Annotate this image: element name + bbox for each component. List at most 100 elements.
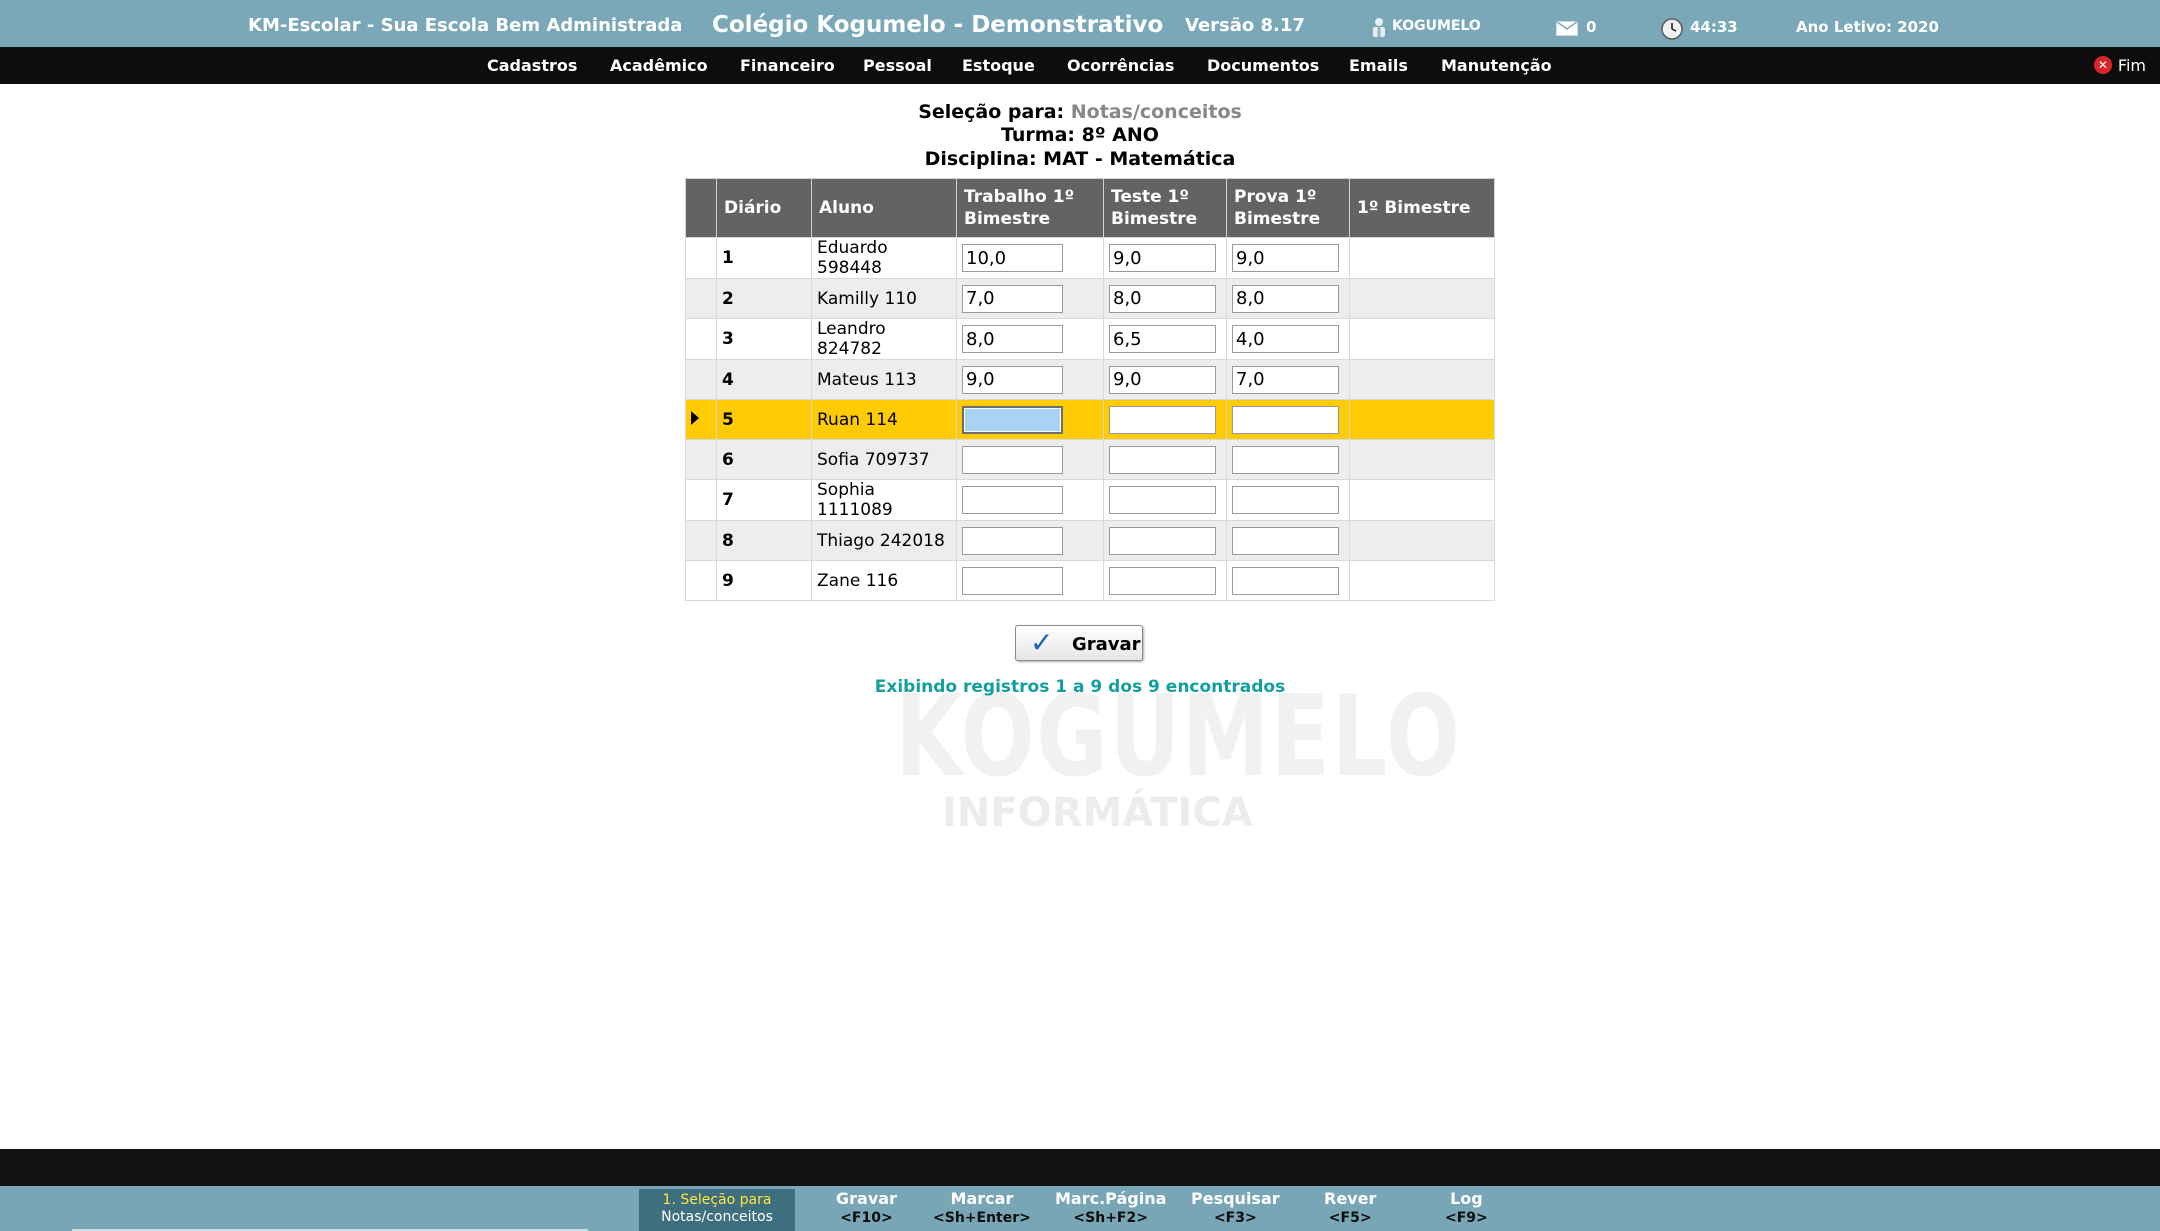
prova-cell: [1226, 520, 1350, 561]
trabalho-cell: [956, 237, 1104, 279]
message-count[interactable]: 0: [1586, 18, 1596, 36]
fk-gravar[interactable]: Gravar <F10>: [836, 1190, 897, 1227]
teste-cell: [1103, 520, 1227, 561]
prova-cell: [1226, 399, 1350, 440]
tab-selecao-notas[interactable]: 1. Seleção para Notas/conceitos: [639, 1189, 795, 1231]
prova-input[interactable]: [1232, 405, 1339, 434]
menu-estoque[interactable]: Estoque: [962, 56, 1035, 75]
menu-ocorrencias[interactable]: Ocorrências: [1067, 56, 1174, 75]
teste-input[interactable]: [1109, 486, 1216, 514]
table-row[interactable]: 4 Mateus 113: [685, 359, 1495, 400]
teste-input[interactable]: [1109, 365, 1216, 394]
fk-label: Rever: [1324, 1189, 1377, 1208]
row-pointer-icon: [691, 410, 699, 425]
trabalho-input[interactable]: [962, 365, 1063, 394]
menu-financeiro[interactable]: Financeiro: [740, 56, 835, 75]
menu-documentos[interactable]: Documentos: [1207, 56, 1319, 75]
menu-academico[interactable]: Acadêmico: [610, 56, 708, 75]
bimestre-average: [1349, 439, 1495, 480]
bimestre-average: [1349, 237, 1495, 279]
student-name: Sofia 709737: [811, 439, 957, 480]
main-menu: Cadastros Acadêmico Financeiro Pessoal E…: [0, 47, 2160, 84]
diario-number: 9: [716, 560, 812, 601]
fk-marcar-pagina[interactable]: Marc.Página <Sh+F2>: [1055, 1190, 1166, 1227]
prova-input[interactable]: [1232, 365, 1339, 394]
prova-input[interactable]: [1232, 325, 1339, 353]
trabalho-cell: [956, 318, 1104, 360]
prova-input[interactable]: [1232, 244, 1339, 272]
trabalho-input[interactable]: [962, 486, 1063, 514]
diario-number: 2: [716, 278, 812, 319]
prova-cell: [1226, 278, 1350, 319]
prova-input[interactable]: [1232, 486, 1339, 514]
table-row[interactable]: 7 Sophia 1111089: [685, 479, 1495, 521]
selection-value: Notas/conceitos: [1070, 101, 1242, 123]
fk-key: <Sh+F2>: [1073, 1210, 1148, 1226]
prova-cell: [1226, 479, 1350, 521]
clock-icon: [1661, 18, 1683, 40]
table-row[interactable]: 5 Ruan 114: [685, 399, 1495, 440]
prova-input[interactable]: [1232, 284, 1339, 313]
checkmark-icon: ✓: [1030, 626, 1054, 659]
header-bimestre[interactable]: 1º Bimestre: [1349, 178, 1495, 238]
prova-input[interactable]: [1232, 566, 1339, 595]
exit-button[interactable]: ✕ Fim: [2093, 56, 2146, 75]
fk-rever[interactable]: Rever <F5>: [1324, 1190, 1376, 1227]
table-row[interactable]: 8 Thiago 242018: [685, 520, 1495, 561]
header-aluno[interactable]: Aluno: [811, 178, 957, 238]
save-button-label: Gravar: [1072, 634, 1141, 655]
prova-cell: [1226, 439, 1350, 480]
table-row[interactable]: 6 Sofia 709737: [685, 439, 1495, 480]
function-key-bar: Gravar <F10> Marcar <Sh+Enter> Marc.Pági…: [0, 1186, 2160, 1231]
trabalho-input[interactable]: [962, 445, 1063, 474]
trabalho-input[interactable]: [962, 405, 1063, 434]
bimestre-average: [1349, 520, 1495, 561]
prova-input[interactable]: [1232, 445, 1339, 474]
save-button[interactable]: ✓ Gravar: [1015, 625, 1143, 661]
teste-cell: [1103, 359, 1227, 400]
teste-input[interactable]: [1109, 244, 1216, 272]
table-row[interactable]: 1 Eduardo 598448: [685, 237, 1495, 279]
header-diario[interactable]: Diário: [716, 178, 812, 238]
close-icon: ✕: [2093, 56, 2112, 74]
trabalho-input[interactable]: [962, 566, 1063, 595]
trabalho-input[interactable]: [962, 526, 1063, 555]
teste-input[interactable]: [1109, 284, 1216, 313]
header-trabalho[interactable]: Trabalho 1º Bimestre: [956, 178, 1104, 238]
menu-cadastros[interactable]: Cadastros: [487, 56, 577, 75]
bimestre-average: [1349, 318, 1495, 360]
header-prova[interactable]: Prova 1º Bimestre: [1226, 178, 1350, 238]
table-row[interactable]: 3 Leandro 824782: [685, 318, 1495, 360]
user-icon: [1373, 18, 1385, 37]
fk-log[interactable]: Log <F9>: [1445, 1190, 1488, 1227]
turma-label: Turma: 8º ANO: [1001, 124, 1159, 146]
mail-icon[interactable]: [1556, 21, 1578, 36]
tab-line1: 1. Seleção para: [662, 1192, 772, 1208]
fk-marcar[interactable]: Marcar <Sh+Enter>: [933, 1190, 1031, 1227]
teste-input[interactable]: [1109, 566, 1216, 595]
bottom-spacer: [0, 1149, 2160, 1186]
teste-cell: [1103, 237, 1227, 279]
selection-heading: Seleção para: Notas/conceitos: [0, 101, 2160, 123]
user-name[interactable]: KOGUMELO: [1392, 18, 1481, 34]
table-row[interactable]: 9 Zane 116: [685, 560, 1495, 601]
row-marker: [685, 560, 717, 601]
teste-input[interactable]: [1109, 325, 1216, 353]
header-teste[interactable]: Teste 1º Bimestre: [1103, 178, 1227, 238]
trabalho-input[interactable]: [962, 244, 1063, 272]
row-marker: [685, 479, 717, 521]
teste-input[interactable]: [1109, 526, 1216, 555]
menu-pessoal[interactable]: Pessoal: [863, 56, 932, 75]
trabalho-cell: [956, 439, 1104, 480]
session-timer: 44:33: [1690, 18, 1738, 36]
fk-pesquisar[interactable]: Pesquisar <F3>: [1191, 1190, 1280, 1227]
trabalho-input[interactable]: [962, 325, 1063, 353]
menu-emails[interactable]: Emails: [1349, 56, 1408, 75]
menu-manutencao[interactable]: Manutenção: [1441, 56, 1552, 75]
trabalho-input[interactable]: [962, 284, 1063, 313]
prova-input[interactable]: [1232, 526, 1339, 555]
student-name: Eduardo 598448: [811, 237, 957, 279]
teste-input[interactable]: [1109, 405, 1216, 434]
teste-input[interactable]: [1109, 445, 1216, 474]
table-row[interactable]: 2 Kamilly 110: [685, 278, 1495, 319]
